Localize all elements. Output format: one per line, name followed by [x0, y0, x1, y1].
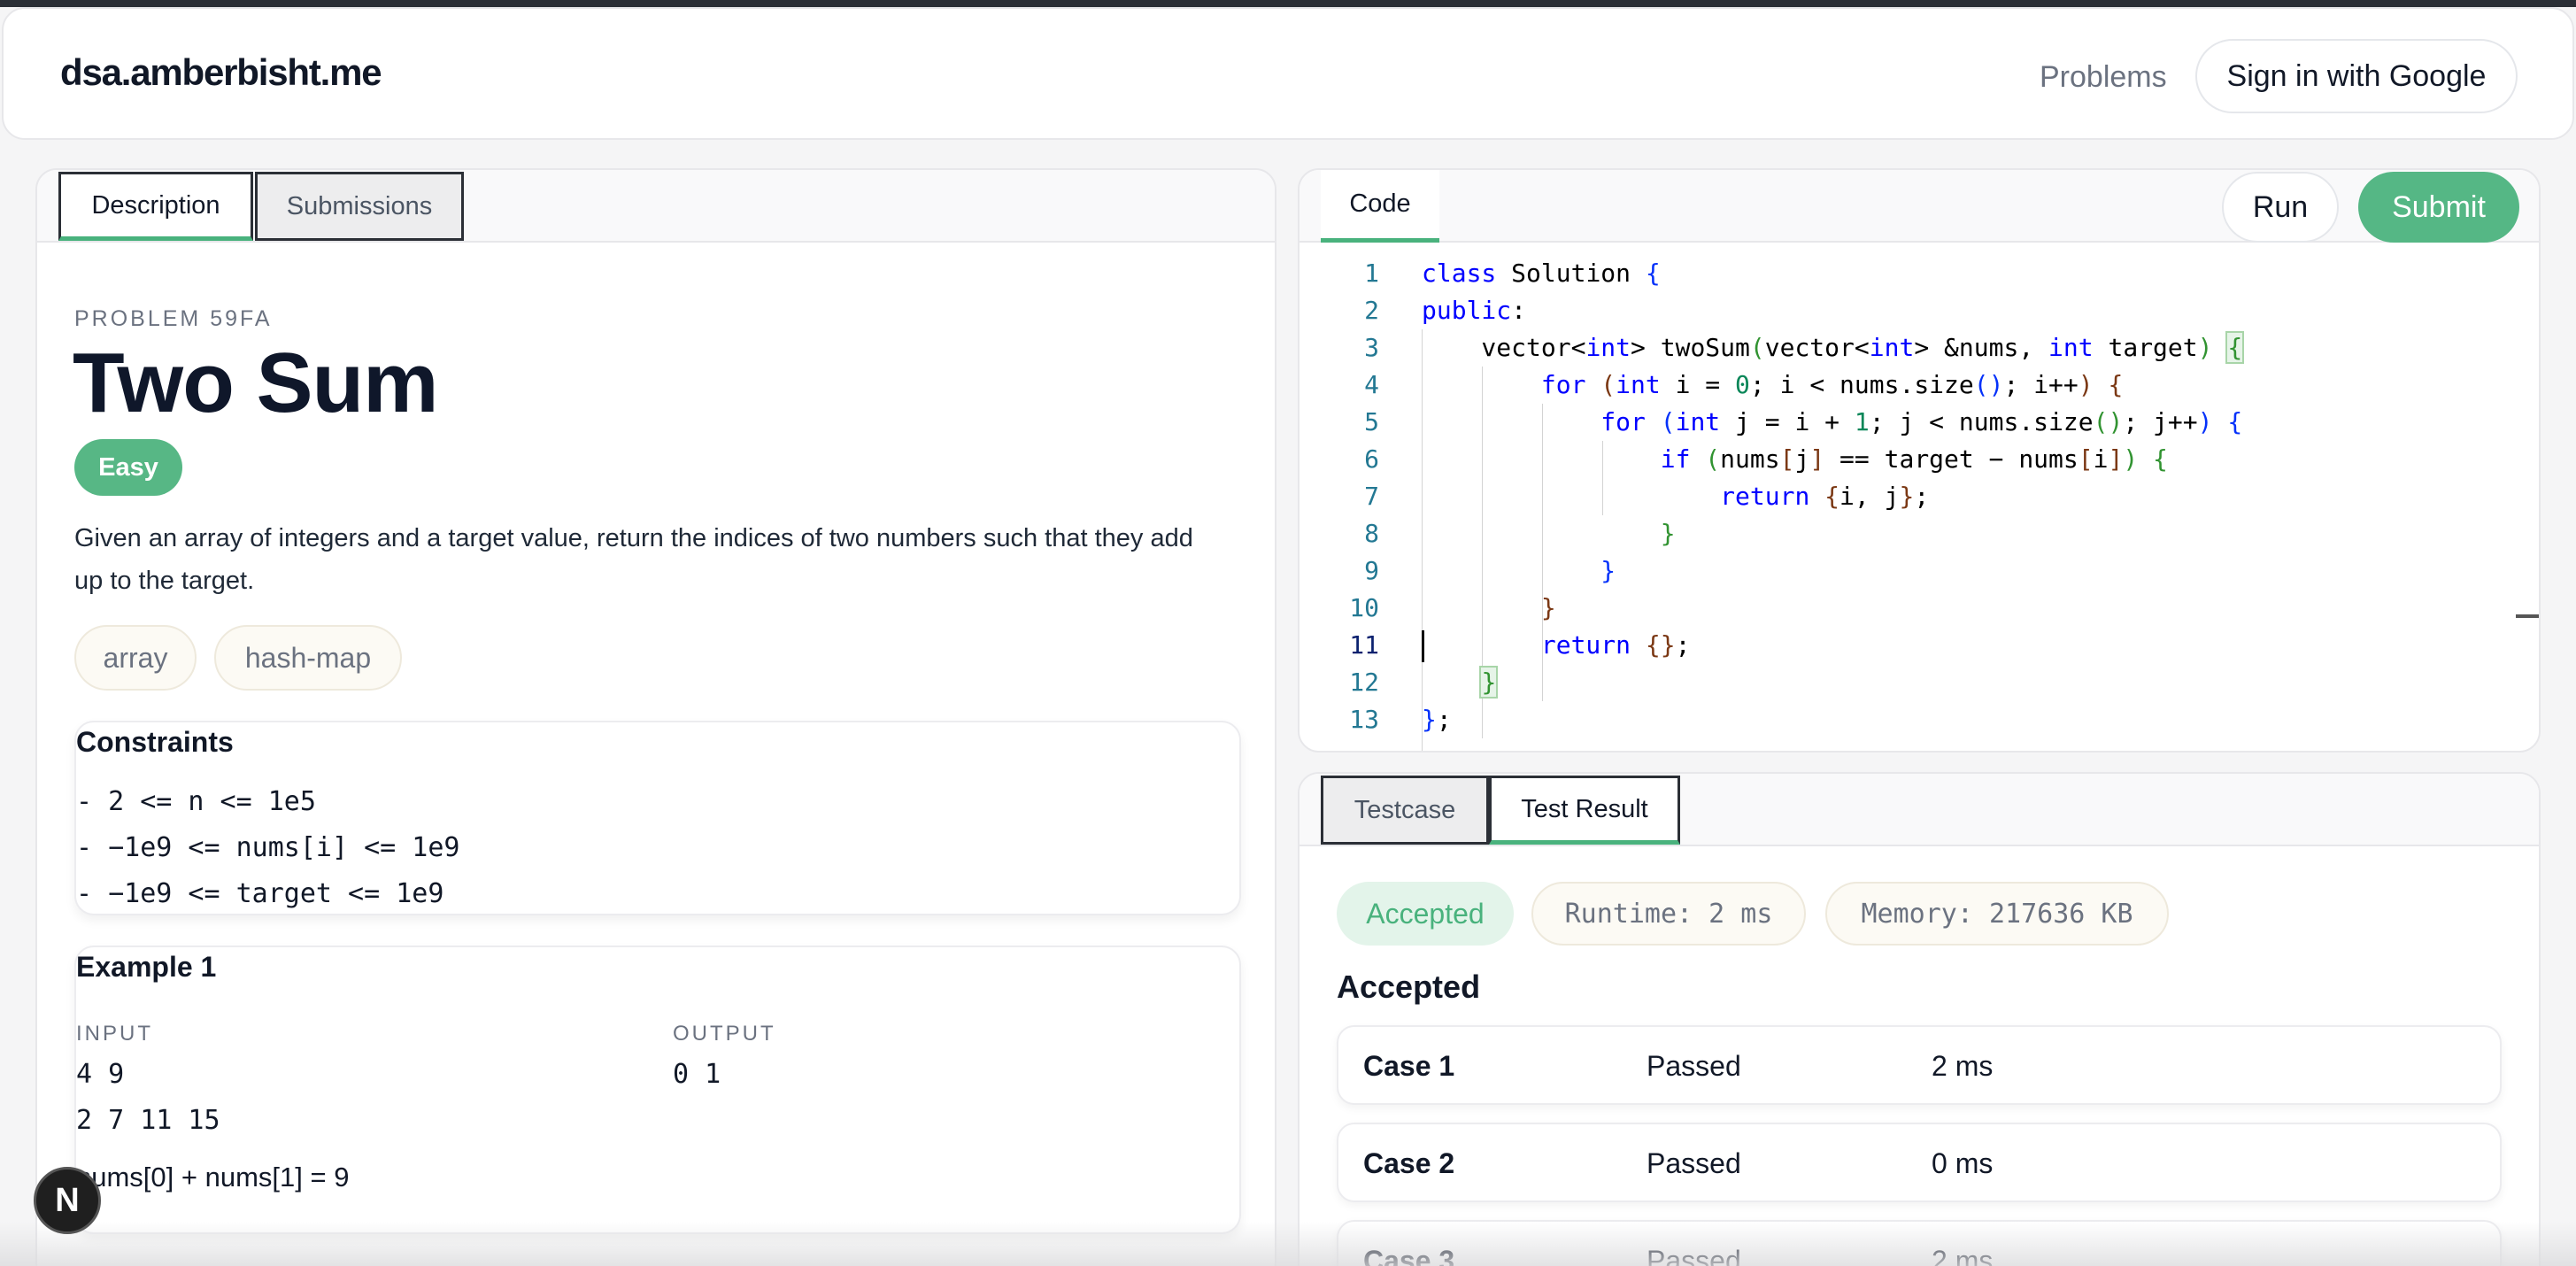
constraint-item: - −1e9 <= target <= 1e9: [76, 878, 444, 909]
example-input-line: 4 9: [76, 1059, 125, 1090]
case-time: 2 ms: [1932, 1245, 1994, 1266]
line-number: 2: [1364, 296, 1379, 325]
test-tabbar: Testcase Test Result: [1300, 774, 2539, 846]
memory-badge: Memory: 217636 KB: [1825, 882, 2169, 946]
constraints-card: Constraints - 2 <= n <= 1e5 - −1e9 <= nu…: [74, 721, 1241, 915]
problem-description: Given an array of integers and a target …: [74, 524, 1193, 595]
code-line: class Solution {: [1422, 259, 1661, 288]
tab-test-result[interactable]: Test Result: [1489, 776, 1680, 845]
input-label: INPUT: [76, 1022, 153, 1046]
code-editor[interactable]: 1 2 3 4 5 6 7 8 9 10 11 12 13 class Solu…: [1300, 244, 2539, 751]
code-line: public:: [1422, 296, 1527, 325]
case-name: Case 2: [1363, 1147, 1455, 1179]
tab-description[interactable]: Description: [58, 172, 253, 241]
code-line: }: [1540, 593, 1556, 622]
tab-code[interactable]: Code: [1321, 170, 1439, 243]
constraint-item: - −1e9 <= nums[i] <= 1e9: [76, 832, 460, 863]
line-number: 1: [1364, 259, 1379, 288]
sign-in-google-button[interactable]: Sign in with Google: [2195, 39, 2518, 113]
code-line: }: [1600, 556, 1616, 585]
tag-hash-map[interactable]: hash-map: [214, 625, 402, 691]
submit-button[interactable]: Submit: [2358, 172, 2519, 243]
problem-id-label: PROBLEM 59FA: [74, 306, 273, 331]
code-tabbar: Code Run Submit: [1300, 170, 2539, 243]
line-number-current: 11: [1349, 630, 1379, 660]
line-number: 13: [1349, 705, 1379, 734]
line-number: 4: [1364, 370, 1379, 399]
example-output-line: 0 1: [673, 1059, 721, 1090]
status-badge: Accepted: [1337, 882, 1514, 946]
example-title: Example 1: [76, 951, 217, 983]
case-name: Case 1: [1363, 1050, 1455, 1082]
code-line: return {};: [1540, 630, 1691, 660]
line-number: 6: [1364, 444, 1379, 474]
problem-tabbar: Description Submissions: [37, 170, 1275, 243]
test-panel: Testcase Test Result Accepted Runtime: 2…: [1298, 772, 2541, 1266]
line-number: 12: [1349, 668, 1379, 697]
line-number: 8: [1364, 519, 1379, 548]
code-line: for (int j = i + 1; j < nums.size(); j++…: [1600, 407, 2243, 436]
code-line: };: [1422, 705, 1452, 734]
example-explanation: nums[0] + nums[1] = 9: [76, 1162, 350, 1193]
brand-logo[interactable]: dsa.amberbisht.me: [60, 51, 382, 94]
runtime-badge: Runtime: 2 ms: [1531, 882, 1806, 946]
code-panel: Code Run Submit 1 2 3 4 5 6 7 8 9 10 11 …: [1298, 168, 2541, 753]
line-number: 3: [1364, 333, 1379, 362]
code-line: if (nums[j] == target − nums[i]) {: [1660, 444, 2168, 474]
code-line: }: [1660, 519, 1676, 548]
line-number: 5: [1364, 407, 1379, 436]
case-row[interactable]: Case 2 Passed 0 ms: [1337, 1123, 2502, 1202]
case-row[interactable]: Case 1 Passed 2 ms: [1337, 1025, 2502, 1105]
case-row[interactable]: Case 3 Passed 2 ms: [1337, 1220, 2502, 1266]
difficulty-badge: Easy: [74, 439, 182, 496]
line-number: 7: [1364, 482, 1379, 511]
nav-problems-link[interactable]: Problems: [2040, 60, 2167, 95]
tag-array[interactable]: array: [74, 625, 197, 691]
example-card: Example 1 INPUT OUTPUT 4 9 2 7 11 15 0 1…: [74, 946, 1241, 1234]
text-cursor: [1422, 630, 1424, 662]
result-heading: Accepted: [1337, 969, 1481, 1005]
case-time: 0 ms: [1932, 1147, 1994, 1179]
line-number: 9: [1364, 556, 1379, 585]
case-name: Case 3: [1363, 1245, 1455, 1266]
case-status: Passed: [1647, 1245, 1741, 1266]
case-status: Passed: [1647, 1050, 1741, 1082]
constraint-item: - 2 <= n <= 1e5: [76, 786, 316, 817]
code-line: vector<int> twoSum(vector<int> &nums, in…: [1422, 331, 2245, 364]
tab-submissions[interactable]: Submissions: [255, 172, 464, 241]
constraints-title: Constraints: [76, 726, 234, 758]
line-number: 10: [1349, 593, 1379, 622]
scrollbar-marker[interactable]: [2516, 614, 2539, 618]
output-label: OUTPUT: [673, 1022, 776, 1046]
code-line: for (int i = 0; i < nums.size(); i++) {: [1540, 370, 2124, 399]
code-line: }: [1479, 666, 1499, 699]
site-header: dsa.amberbisht.me Problems Sign in with …: [2, 7, 2574, 140]
case-status: Passed: [1647, 1147, 1741, 1179]
run-button[interactable]: Run: [2222, 172, 2339, 243]
case-time: 2 ms: [1932, 1050, 1994, 1082]
problem-title: Two Sum: [73, 336, 439, 430]
example-input-line: 2 7 11 15: [76, 1105, 220, 1136]
dev-tools-badge[interactable]: N: [34, 1167, 101, 1234]
top-strip: [0, 0, 2576, 7]
tab-testcase[interactable]: Testcase: [1321, 776, 1489, 845]
code-line: return {i, j};: [1720, 482, 1930, 511]
problem-panel: Description Submissions PROBLEM 59FA Two…: [35, 168, 1276, 1266]
